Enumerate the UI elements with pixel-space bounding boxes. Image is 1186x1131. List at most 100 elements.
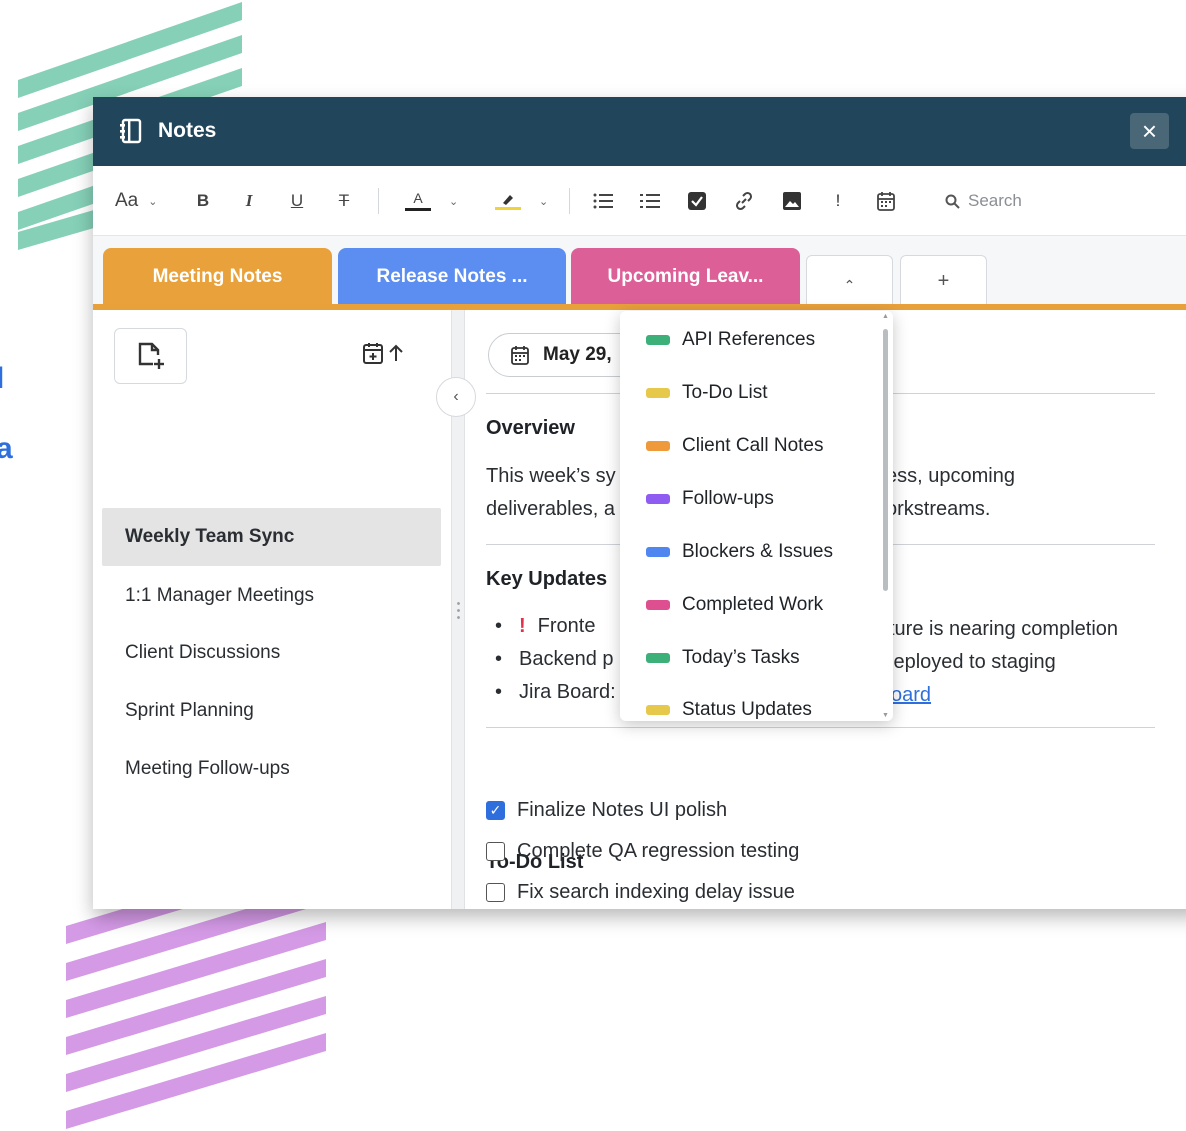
notes-sidebar: Weekly Team Sync 1:1 Manager Meetings Cl… xyxy=(93,310,451,909)
numbered-list-button[interactable] xyxy=(638,188,662,214)
new-note-button[interactable] xyxy=(114,328,187,384)
collapse-sidebar-button[interactable]: ‹ xyxy=(436,377,476,417)
edge-letter: l xyxy=(0,362,5,395)
add-tab-button[interactable]: + xyxy=(900,255,987,306)
jira-board-link-text[interactable]: oard xyxy=(891,684,931,706)
update-bullet: •! Fronte xyxy=(495,615,596,637)
color-swatch xyxy=(646,494,670,504)
important-button[interactable]: ! xyxy=(831,188,845,214)
update-text-end: ture is nearing completion xyxy=(889,618,1119,640)
template-item-todo-list[interactable]: To-Do List xyxy=(646,380,768,406)
sidebar-item-manager-meetings[interactable]: 1:1 Manager Meetings xyxy=(102,567,441,625)
plus-icon: + xyxy=(937,269,950,292)
todo-label: Fix search indexing delay issue xyxy=(517,881,795,903)
italic-button[interactable]: I xyxy=(239,188,259,214)
template-item-todays-tasks[interactable]: Today’s Tasks xyxy=(646,645,800,671)
dropdown-scrollbar[interactable]: ▲ ▼ xyxy=(881,311,891,721)
highlight-dropdown[interactable]: ⌄ xyxy=(495,188,548,214)
sidebar-item-client-discussions[interactable]: Client Discussions xyxy=(102,624,441,682)
calendar-icon xyxy=(877,192,895,211)
template-dropdown: API References To-Do List Client Call No… xyxy=(620,311,893,721)
underline-button[interactable]: U xyxy=(287,188,307,214)
template-label: Today’s Tasks xyxy=(682,647,800,668)
bullet-list-button[interactable] xyxy=(591,188,615,214)
template-label: Client Call Notes xyxy=(682,435,824,456)
todo-label: Finalize Notes UI polish xyxy=(517,799,728,821)
checkbox-button[interactable] xyxy=(686,188,708,214)
chevron-down-icon: ⌄ xyxy=(148,195,158,208)
note-date: May 29, xyxy=(543,344,612,365)
font-size-dropdown[interactable]: Aa ⌄ xyxy=(115,188,157,214)
sidebar-item-weekly-team-sync[interactable]: Weekly Team Sync xyxy=(102,508,441,566)
update-text-end: leployed to staging xyxy=(889,651,1056,673)
window-title: Notes xyxy=(158,119,217,142)
color-swatch xyxy=(646,600,670,610)
toolbar-separator xyxy=(569,188,570,214)
checkbox-checked[interactable]: ✓ xyxy=(486,801,505,820)
update-bullet: • Jira Board: xyxy=(495,681,616,703)
collapse-tabs-button[interactable]: ⌃ xyxy=(806,255,893,306)
scroll-up-icon[interactable]: ▲ xyxy=(882,313,889,320)
arrow-up-icon xyxy=(389,344,403,361)
todo-item[interactable]: Fix search indexing delay issue xyxy=(486,881,795,904)
overview-text-line-1-end: ess, upcoming xyxy=(886,465,1015,487)
jira-board-link[interactable]: oard xyxy=(891,679,931,712)
important-icon: ! xyxy=(519,615,526,637)
template-label: API References xyxy=(682,329,816,350)
font-color-dropdown[interactable]: A ⌄ xyxy=(405,188,458,214)
scrollbar-thumb[interactable] xyxy=(883,329,888,591)
key-updates-heading: Key Updates xyxy=(486,568,608,590)
font-size-label: Aa xyxy=(115,190,139,211)
formatting-toolbar: Aa ⌄ B I U T A ⌄ ⌄ ! Search xyxy=(93,166,1186,236)
search-icon xyxy=(945,194,960,209)
template-label: Blockers & Issues xyxy=(682,541,833,562)
tab-upcoming-leave[interactable]: Upcoming Leav... xyxy=(571,248,800,306)
sort-by-date-button[interactable] xyxy=(363,342,403,364)
todo-label: Complete QA regression testing xyxy=(517,840,800,862)
template-item-completed-work[interactable]: Completed Work xyxy=(646,592,823,618)
new-note-icon xyxy=(138,342,164,369)
bullet-list-icon xyxy=(593,193,613,209)
bold-button[interactable]: B xyxy=(193,188,213,214)
update-text-start: Backend p xyxy=(519,648,614,670)
title-bar: Notes × xyxy=(93,97,1186,166)
calendar-add-icon xyxy=(363,343,383,364)
tab-meeting-notes[interactable]: Meeting Notes xyxy=(103,248,332,306)
color-swatch xyxy=(646,653,670,663)
tab-bar: Meeting Notes Release Notes ... Upcoming… xyxy=(93,236,1186,309)
template-item-follow-ups[interactable]: Follow-ups xyxy=(646,486,774,512)
overview-text-line-2-start: deliverables, a xyxy=(486,498,615,520)
link-button[interactable] xyxy=(733,188,755,214)
color-swatch xyxy=(646,547,670,557)
template-label: Status Updates xyxy=(682,699,812,720)
todo-item[interactable]: ✓ Finalize Notes UI polish xyxy=(486,799,727,822)
notebook-icon xyxy=(120,118,142,144)
sidebar-item-sprint-planning[interactable]: Sprint Planning xyxy=(102,682,441,740)
template-item-api-references[interactable]: API References xyxy=(646,327,815,353)
drag-grip-icon xyxy=(457,600,460,622)
sidebar-item-meeting-follow-ups[interactable]: Meeting Follow-ups xyxy=(102,740,441,798)
chevron-down-icon: ⌄ xyxy=(539,195,549,208)
scroll-down-icon[interactable]: ▼ xyxy=(882,712,889,719)
search-field[interactable]: Search xyxy=(945,188,1022,214)
todo-item[interactable]: Complete QA regression testing xyxy=(486,840,799,863)
font-color-icon: A xyxy=(405,191,431,211)
tab-release-notes[interactable]: Release Notes ... xyxy=(338,248,566,306)
overview-text-line-1-start: This week’s sy xyxy=(486,465,616,487)
chevron-up-icon: ⌃ xyxy=(843,276,856,293)
template-label: Completed Work xyxy=(682,594,824,615)
image-button[interactable] xyxy=(781,188,803,214)
font-color-label: A xyxy=(413,190,423,206)
update-text-start: Fronte xyxy=(537,615,596,637)
close-button[interactable]: × xyxy=(1130,113,1169,149)
checkbox-unchecked[interactable] xyxy=(486,842,505,861)
color-swatch xyxy=(646,705,670,715)
image-icon xyxy=(783,192,801,210)
template-item-blockers-issues[interactable]: Blockers & Issues xyxy=(646,539,833,565)
link-icon xyxy=(735,191,753,211)
checkbox-unchecked[interactable] xyxy=(486,883,505,902)
template-item-client-call-notes[interactable]: Client Call Notes xyxy=(646,433,824,459)
template-item-status-updates[interactable]: Status Updates xyxy=(646,697,812,721)
date-insert-button[interactable] xyxy=(875,188,897,214)
strikethrough-button[interactable]: T xyxy=(333,188,355,214)
